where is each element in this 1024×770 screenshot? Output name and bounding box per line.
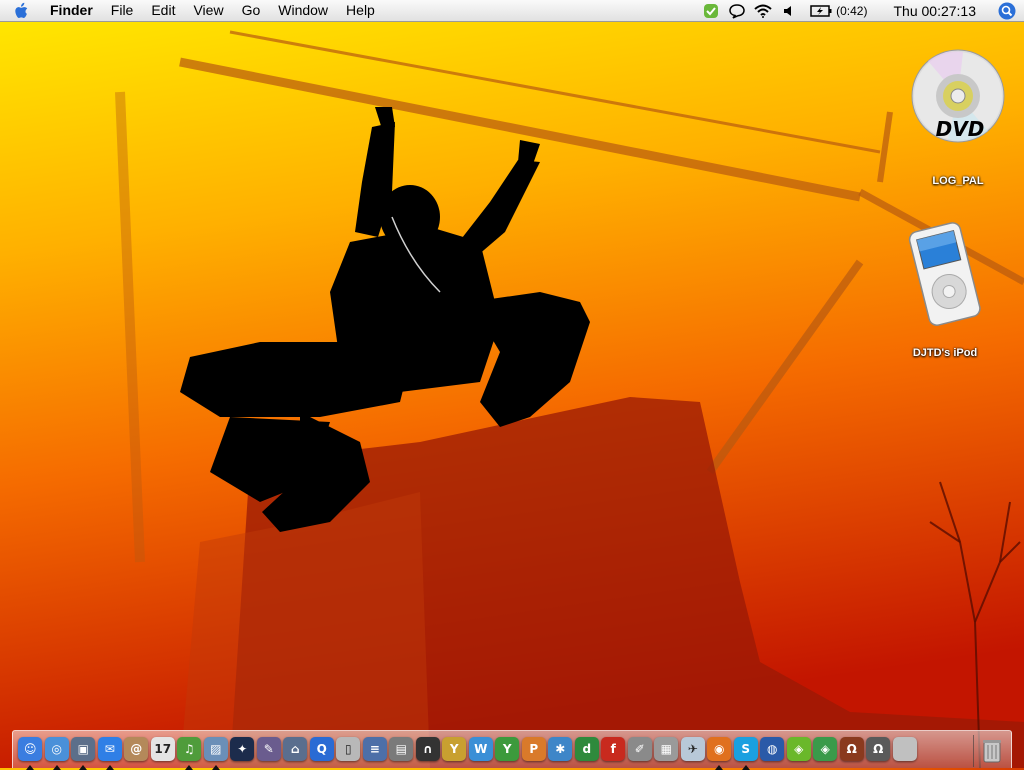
menu-help[interactable]: Help (337, 0, 384, 21)
dock-item-skype[interactable]: S (733, 733, 760, 770)
ichat-icon: ✉ (97, 737, 122, 761)
desktop-icon-dvd-label: LOG_PAL (932, 175, 984, 187)
apple-app-icon (892, 737, 917, 761)
dock-item-app-green-1[interactable]: ◈ (786, 733, 813, 765)
dock-item-app-green-2[interactable]: ◈ (812, 733, 839, 765)
ipod-updater-icon: ▯ (336, 737, 361, 761)
dock-item-ichat[interactable]: ✉ (97, 733, 124, 770)
dock-item-ipod-updater[interactable]: ▯ (335, 733, 362, 765)
system-profiler-icon: ⌂ (283, 737, 308, 761)
finder-icon: ☺ (18, 737, 43, 761)
menu-edit[interactable]: Edit (142, 0, 184, 21)
wifi-icon[interactable] (750, 0, 776, 21)
firefox-icon: ◉ (707, 737, 732, 761)
dock-item-address-book[interactable]: @ (123, 733, 150, 765)
dock-item-mail-app[interactable]: ✈ (680, 733, 707, 765)
dock-item-dashboard[interactable]: W (468, 733, 495, 765)
menu-file[interactable]: File (102, 0, 143, 21)
quake-1-icon: Ω (839, 737, 864, 761)
google-earth-icon: ◍ (760, 737, 785, 761)
desktop-icon-ipod[interactable]: DJTD's iPod (895, 212, 995, 361)
acquisition-icon: Y (495, 737, 520, 761)
flash-icon: f (601, 737, 626, 761)
menu-bar: Finder File Edit View Go Window Help (0:… (0, 0, 1024, 22)
dock-item-ical[interactable]: 17 (150, 733, 177, 765)
desktop-icon-dvd[interactable]: DVD LOG_PAL (908, 36, 1008, 189)
dock-item-flash[interactable]: f (600, 733, 627, 765)
photo-browser-icon: ▦ (654, 737, 679, 761)
chat-bubble-icon[interactable] (724, 0, 750, 21)
battery-time: (0:42) (836, 3, 868, 18)
dashboard-icon: W (468, 737, 493, 761)
dock-item-photo-browser[interactable]: ▦ (653, 733, 680, 765)
skype-icon: S (733, 737, 758, 761)
ical-icon: 17 (150, 737, 175, 761)
network-app-icon: ✱ (548, 737, 573, 761)
dock-item-finder[interactable]: ☺ (17, 733, 44, 770)
app-p-icon: P (521, 737, 546, 761)
dock-item-network-app[interactable]: ✱ (547, 733, 574, 765)
dock-item-quake-2[interactable]: Ω (865, 733, 892, 765)
menu-window[interactable]: Window (269, 0, 337, 21)
safari-icon: ◎ (44, 737, 69, 761)
fan-app-icon: Y (442, 737, 467, 761)
battery-status[interactable]: (0:42) (802, 4, 871, 18)
script-editor-icon: ✎ (256, 737, 281, 761)
dock-item-itunes[interactable]: ♫ (176, 733, 203, 770)
dock-separator (973, 735, 974, 767)
dock-item-fan-app[interactable]: Y (441, 733, 468, 765)
menu-go[interactable]: Go (233, 0, 270, 21)
dock: ☺ ◎ ▣ ✉ @17 ♫ ▨ ✦ ✎ ⌂ Q ▯ ≡ ▤ ∩ Y W Y P ✱ d f ✐ ▦ ✈ ◉ S ◍ ◈ ◈ Ω Ω (12, 730, 1012, 770)
menu-clock[interactable]: Thu 00:27:13 (871, 3, 990, 19)
apple-menu-icon[interactable] (0, 0, 44, 21)
trash-icon[interactable] (979, 735, 1005, 765)
dock-item-app-p[interactable]: P (521, 733, 548, 765)
ipod-icon (908, 222, 981, 326)
dock-item-editor-app[interactable]: ✐ (627, 733, 654, 765)
dock-item-script-editor[interactable]: ✎ (256, 733, 283, 765)
spotlight-icon[interactable] (990, 0, 1024, 21)
dock-item-system-profiler[interactable]: ⌂ (282, 733, 309, 765)
dock-item-acquisition[interactable]: Y (494, 733, 521, 765)
dock-item-imovie[interactable]: ✦ (229, 733, 256, 765)
menu-app-name[interactable]: Finder (44, 0, 102, 21)
dvd-logo-text: DVD (936, 117, 985, 141)
quake-2-icon: Ω (866, 737, 891, 761)
editor-app-icon: ✐ (627, 737, 652, 761)
volume-icon[interactable] (776, 0, 802, 21)
dock-item-dreamweaver[interactable]: d (574, 733, 601, 765)
dvd-disc-icon: DVD (911, 49, 1005, 143)
iphoto-icon: ▨ (203, 737, 228, 761)
address-book-icon: @ (124, 737, 149, 761)
dock-item-quicktime[interactable]: Q (309, 733, 336, 765)
dock-item-audio-midi[interactable]: ≡ (362, 733, 389, 765)
keyboard-app-icon: ▤ (389, 737, 414, 761)
dock-item-apple-app[interactable] (892, 733, 919, 765)
preview-icon: ▣ (71, 737, 96, 761)
dock-item-firefox[interactable]: ◉ (706, 733, 733, 770)
dock-item-google-earth[interactable]: ◍ (759, 733, 786, 765)
app-green-1-icon: ◈ (786, 737, 811, 761)
dock-item-keyboard-app[interactable]: ▤ (388, 733, 415, 765)
menu-view[interactable]: View (184, 0, 232, 21)
audio-midi-icon: ≡ (362, 737, 387, 761)
headphones-app-icon: ∩ (415, 737, 440, 761)
imovie-icon: ✦ (230, 737, 255, 761)
app-green-2-icon: ◈ (813, 737, 838, 761)
desktop-icon-ipod-label: DJTD's iPod (912, 347, 978, 359)
dock-item-preview[interactable]: ▣ (70, 733, 97, 770)
quicktime-icon: Q (309, 737, 334, 761)
dreamweaver-icon: d (574, 737, 599, 761)
status-app-icon[interactable] (698, 0, 724, 21)
itunes-icon: ♫ (177, 737, 202, 761)
dock-item-headphones-app[interactable]: ∩ (415, 733, 442, 765)
dock-item-iphoto[interactable]: ▨ (203, 733, 230, 770)
mail-app-icon: ✈ (680, 737, 705, 761)
dock-item-quake-1[interactable]: Ω (839, 733, 866, 765)
battery-icon (810, 4, 832, 17)
dock-item-safari[interactable]: ◎ (44, 733, 71, 770)
desktop-wallpaper (0, 22, 1024, 768)
